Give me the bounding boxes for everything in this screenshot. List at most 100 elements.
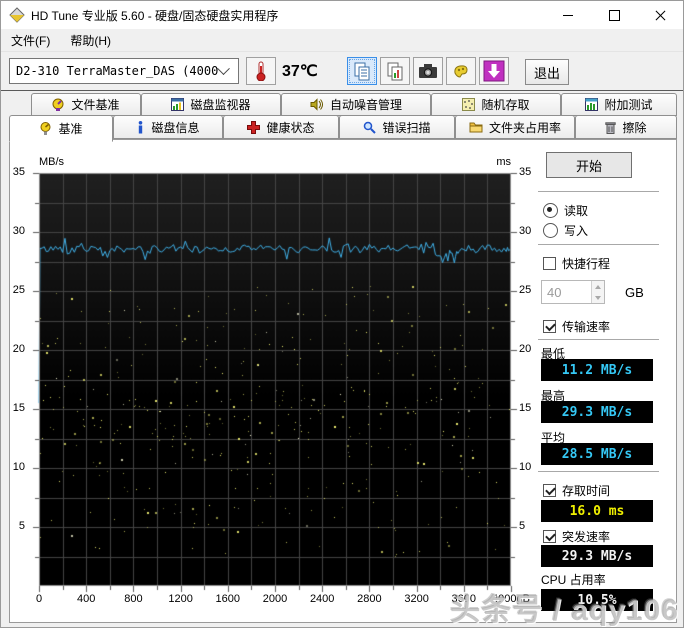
access-time-row[interactable]: 存取时间 — [543, 482, 610, 499]
trash-icon — [605, 121, 617, 134]
axis-tick-label: 1600 — [215, 593, 241, 605]
axis-tick-label: 20 — [12, 343, 25, 355]
axis-tick-label: 15 — [519, 402, 532, 414]
shortstroke-size-input[interactable] — [542, 281, 591, 303]
file-benchmark-icon — [52, 98, 64, 111]
tab-benchmark[interactable]: 基准 — [9, 115, 113, 142]
gb-unit-label: GB — [625, 285, 644, 300]
tab-label: 自动噪音管理 — [329, 98, 402, 112]
axis-tick-label: 10 — [12, 461, 25, 473]
tab-disk-info[interactable]: 磁盘信息 — [113, 115, 223, 139]
tab-file-benchmark[interactable]: 文件基准 — [31, 93, 141, 116]
extra-tests-icon — [585, 98, 599, 111]
shortstroke-checkbox[interactable] — [543, 257, 556, 270]
copy-text-button[interactable] — [347, 57, 377, 85]
shortstroke-size-field[interactable] — [541, 280, 605, 304]
health-cross-icon — [247, 120, 261, 134]
benchmark-chart: MB/s ms 35302520151053530252015105040080… — [13, 151, 541, 621]
read-radio-label: 读取 — [564, 204, 589, 218]
access-time-checkbox[interactable] — [543, 484, 556, 497]
tab-error-scan[interactable]: 错误扫描 — [339, 115, 455, 139]
separator — [538, 191, 659, 192]
avg-value: 28.5 MB/s — [541, 443, 653, 465]
thermometer-icon — [256, 61, 266, 81]
stepper-up[interactable] — [592, 281, 604, 292]
shortstroke-label: 快捷行程 — [562, 257, 611, 271]
separator — [538, 244, 659, 245]
transfer-rate-row[interactable]: 传输速率 — [543, 318, 610, 335]
tab-health[interactable]: 健康状态 — [223, 115, 339, 139]
exit-button[interactable]: 退出 — [525, 59, 569, 85]
read-radio[interactable] — [543, 203, 558, 218]
shortstroke-row[interactable]: 快捷行程 — [543, 255, 610, 272]
access-time-value: 16.0 ms — [541, 500, 653, 522]
axis-tick-label: 35 — [519, 166, 532, 178]
axis-tick-label: 2400 — [309, 593, 335, 605]
tab-label: 随机存取 — [481, 98, 530, 112]
tab-label: 擦除 — [622, 120, 647, 135]
read-radio-row[interactable]: 读取 — [543, 202, 588, 219]
tab-label: 磁盘监视器 — [190, 98, 251, 112]
start-button[interactable]: 开始 — [546, 152, 632, 178]
temperature-button[interactable] — [246, 57, 276, 85]
maximize-button[interactable] — [591, 1, 637, 29]
download-arrow-icon — [483, 60, 505, 82]
burst-rate-checkbox[interactable] — [543, 530, 556, 543]
arrow-down-icon — [595, 295, 601, 300]
tab-erase[interactable]: 擦除 — [575, 115, 677, 139]
title-bar: HD Tune 专业版 5.60 - 硬盘/固态硬盘实用程序 — [1, 1, 683, 29]
separator — [538, 339, 659, 340]
disk-monitor-icon — [171, 98, 185, 111]
tab-disk-monitor[interactable]: 磁盘监视器 — [141, 93, 281, 116]
tab-random-access[interactable]: 随机存取 — [431, 93, 561, 116]
write-radio-label: 写入 — [564, 224, 589, 238]
axis-tick-label: 800 — [124, 593, 143, 605]
noise-settings-button[interactable] — [446, 57, 476, 85]
separator — [538, 471, 659, 472]
copy-image-button[interactable] — [380, 57, 410, 85]
max-value: 29.3 MB/s — [541, 401, 653, 423]
noise-settings-icon — [454, 65, 468, 78]
burst-rate-row[interactable]: 突发速率 — [543, 528, 610, 545]
burst-rate-value: 29.3 MB/s — [541, 545, 653, 567]
maximize-icon — [608, 9, 620, 21]
stepper-down[interactable] — [592, 292, 604, 303]
app-icon — [9, 7, 25, 23]
copy-text-icon — [354, 62, 370, 81]
tab-label: 文件基准 — [71, 98, 120, 112]
camera-icon — [419, 64, 437, 78]
magnifier-icon — [364, 121, 377, 134]
app-window: HD Tune 专业版 5.60 - 硬盘/固态硬盘实用程序 文件(F) 帮助(… — [0, 0, 684, 628]
menu-help[interactable]: 帮助(H) — [60, 29, 121, 51]
minimize-icon — [563, 14, 573, 16]
minimize-button[interactable] — [545, 1, 591, 29]
transfer-rate-checkbox[interactable] — [543, 320, 556, 333]
toolbar-separator — [1, 90, 683, 91]
axis-tick-label: 5 — [18, 520, 25, 532]
menu-file[interactable]: 文件(F) — [1, 29, 60, 51]
axis-tick-label: 400 — [77, 593, 96, 605]
close-icon — [655, 10, 666, 21]
quantity-stepper[interactable] — [591, 281, 604, 303]
temperature-value: 37℃ — [282, 63, 318, 80]
copy-image-icon — [387, 62, 403, 81]
info-icon — [139, 120, 143, 133]
download-update-button[interactable] — [479, 57, 509, 85]
benchmark-chart-canvas — [29, 161, 525, 597]
write-radio[interactable] — [543, 223, 558, 238]
axis-tick-label: 30 — [519, 225, 532, 237]
screenshot-button[interactable] — [413, 57, 443, 85]
tab-folder-usage[interactable]: 文件夹占用率 — [455, 115, 575, 139]
drive-select[interactable]: D2-310 TerraMaster_DAS (4000 gB) — [9, 58, 239, 84]
tab-label: 健康状态 — [266, 120, 315, 135]
write-radio-row[interactable]: 写入 — [543, 222, 588, 239]
tab-auto-noise[interactable]: 自动噪音管理 — [281, 93, 431, 116]
access-time-label: 存取时间 — [562, 484, 611, 498]
transfer-rate-label: 传输速率 — [562, 320, 611, 334]
close-button[interactable] — [637, 1, 683, 29]
tab-label: 基准 — [58, 122, 83, 136]
tab-extra-tests[interactable]: 附加测试 — [561, 93, 677, 116]
tab-label: 错误扫描 — [382, 120, 431, 135]
axis-tick-label: 30 — [12, 225, 25, 237]
axis-tick-label: 5 — [519, 520, 526, 532]
